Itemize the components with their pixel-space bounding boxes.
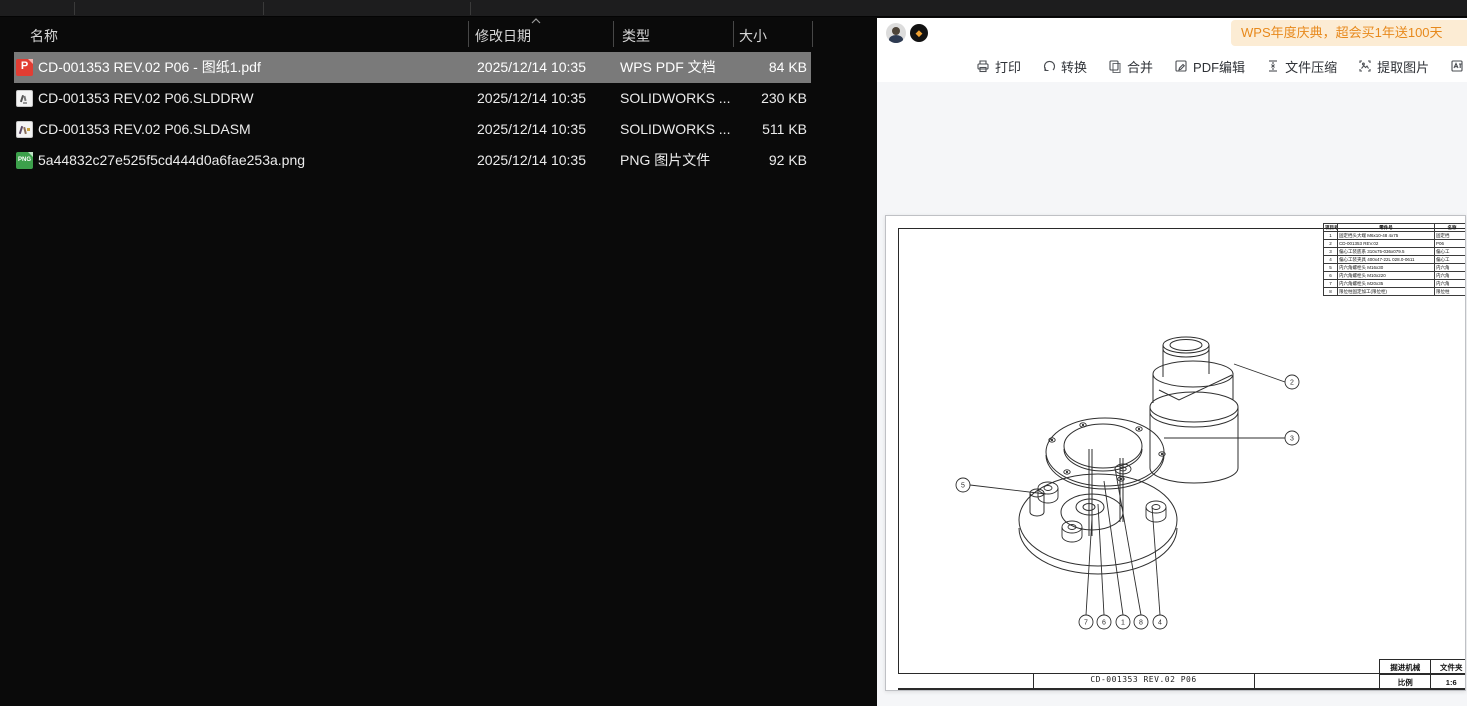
print-button[interactable]: 打印: [975, 57, 1021, 76]
balloon-4: 4: [1158, 620, 1162, 627]
user-avatar[interactable]: [886, 23, 906, 43]
convert-icon: [1041, 58, 1057, 74]
solidworks-assembly-file-icon: [16, 121, 33, 138]
file-size: 92 KB: [690, 145, 807, 176]
file-row-slddrw[interactable]: CD-001353 REV.02 P06.SLDDRW 2025/12/14 1…: [0, 83, 877, 114]
column-header-name[interactable]: 名称: [30, 26, 58, 46]
file-date: 2025/12/14 10:35: [477, 52, 586, 83]
file-name: 5a44832c27e525f5cd444d0a6fae253a.png: [38, 145, 305, 176]
file-date: 2025/12/14 10:35: [477, 83, 586, 114]
merge-pages-icon: [1107, 58, 1123, 74]
balloon-7: 7: [1084, 620, 1088, 627]
merge-button[interactable]: 合并: [1107, 57, 1153, 76]
balloon-5: 5: [961, 483, 965, 490]
balloon-2: 2: [1290, 380, 1294, 387]
titlebar-divider: [470, 2, 471, 15]
column-headers: 名称 修改日期 类型 大小: [0, 18, 877, 51]
file-row-png[interactable]: PNG 5a44832c27e525f5cd444d0a6fae253a.png…: [0, 145, 877, 176]
file-date: 2025/12/14 10:35: [477, 114, 586, 145]
file-explorer-pane: 名称 修改日期 类型 大小 P CD-001353 REV.02 P06 - 图…: [0, 18, 877, 706]
column-header-size[interactable]: 大小: [739, 26, 767, 46]
file-row-pdf[interactable]: P CD-001353 REV.02 P06 - 图纸1.pdf 2025/12…: [0, 52, 877, 83]
file-compress-button[interactable]: 文件压缩: [1265, 57, 1337, 76]
sort-ascending-icon[interactable]: [531, 18, 541, 24]
balloon-3: 3: [1290, 436, 1294, 443]
balloon-1: 1: [1121, 620, 1125, 627]
full-translate-button[interactable]: 全文翻译: [1449, 57, 1467, 76]
balloon-8: 8: [1139, 620, 1143, 627]
extract-images-button[interactable]: 提取图片: [1357, 57, 1429, 76]
column-separator[interactable]: [613, 21, 614, 47]
file-size: 84 KB: [690, 52, 807, 83]
screen: 名称 修改日期 类型 大小 P CD-001353 REV.02 P06 - 图…: [0, 0, 1467, 706]
pdf-toolbar: 打印 转换 合并 PDF编辑: [975, 51, 1467, 81]
column-header-type[interactable]: 类型: [622, 26, 650, 46]
balloon-6: 6: [1102, 620, 1106, 627]
file-name: CD-001353 REV.02 P06.SLDDRW: [38, 83, 254, 114]
extract-image-icon: [1357, 58, 1373, 74]
wps-promo-banner[interactable]: WPS年度庆典，超会买1年送100天: [1231, 20, 1467, 46]
convert-button[interactable]: 转换: [1041, 57, 1087, 76]
edit-pencil-icon: [1173, 58, 1189, 74]
png-image-file-icon: PNG: [16, 152, 33, 169]
compress-icon: [1265, 58, 1281, 74]
pdf-edit-button[interactable]: PDF编辑: [1173, 57, 1245, 76]
printer-icon: [975, 58, 991, 74]
solidworks-drawing-file-icon: [16, 90, 33, 107]
window-titlebar: [0, 0, 1467, 17]
file-date: 2025/12/14 10:35: [477, 145, 586, 176]
file-name: CD-001353 REV.02 P06 - 图纸1.pdf: [38, 52, 261, 83]
file-row-sldasm[interactable]: CD-001353 REV.02 P06.SLDASM 2025/12/14 1…: [0, 114, 877, 145]
titlebar-divider: [263, 2, 264, 15]
column-header-date[interactable]: 修改日期: [475, 26, 531, 46]
isometric-assembly-drawing: 2 3 5 7 6 1 8 4: [886, 216, 1466, 691]
translate-icon: [1449, 58, 1465, 74]
titlebar-divider: [74, 2, 75, 15]
file-name: CD-001353 REV.02 P06.SLDASM: [38, 114, 251, 145]
wps-pdf-file-icon: P: [16, 59, 33, 76]
wps-member-icon[interactable]: ◆: [910, 24, 928, 42]
column-separator[interactable]: [812, 21, 813, 47]
column-separator[interactable]: [733, 21, 734, 47]
pdf-page[interactable]: CD-001353 REV.02 P06 掘进机械 文件夹 比例 1:6 项目号…: [885, 215, 1466, 691]
file-size: 230 KB: [690, 83, 807, 114]
file-size: 511 KB: [690, 114, 807, 145]
column-separator[interactable]: [468, 21, 469, 47]
